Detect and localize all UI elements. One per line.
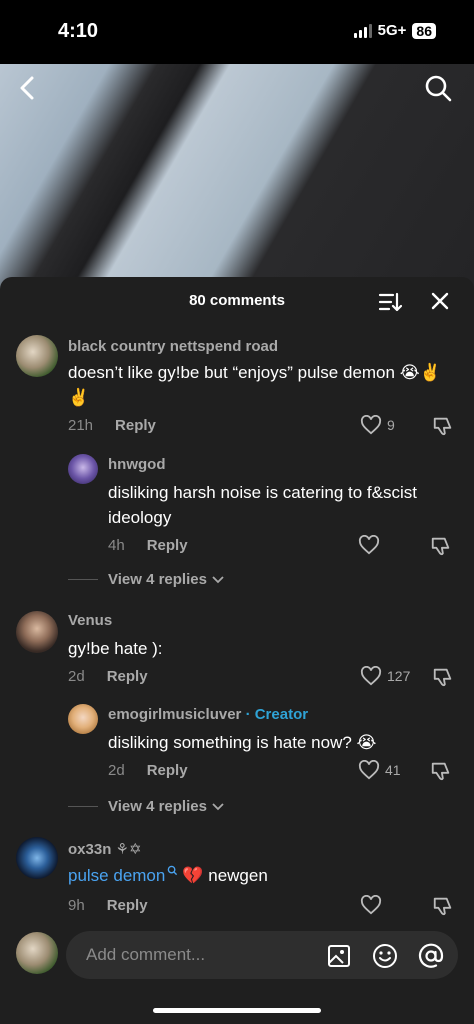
top-nav (0, 68, 474, 108)
dislike-icon[interactable] (432, 895, 454, 917)
sort-icon[interactable] (378, 291, 402, 313)
back-arrow-icon[interactable] (16, 74, 40, 102)
dislike-icon[interactable] (430, 760, 452, 782)
comment-text: disliking harsh noise is catering to f&s… (108, 483, 417, 527)
comment-meta: 4h Reply (108, 537, 188, 554)
heart-icon (360, 415, 382, 435)
comment-time: 9h (68, 897, 85, 914)
heart-icon (358, 760, 380, 780)
dislike-icon[interactable] (432, 415, 454, 437)
comment-input[interactable]: Add comment... (66, 931, 458, 979)
status-right: 5G+ 86 (353, 22, 436, 39)
view-replies-label: View 4 replies (108, 571, 207, 588)
avatar[interactable] (68, 454, 98, 484)
status-bar: 4:10 5G+ 86 (0, 0, 474, 64)
emoji-icon[interactable] (372, 943, 398, 969)
comment-meta: 2d Reply (68, 668, 148, 685)
song-link[interactable]: pulse demon (68, 866, 165, 885)
comment-input-placeholder: Add comment... (86, 945, 206, 964)
like-button[interactable] (360, 895, 382, 915)
comments-header: 80 comments (0, 277, 474, 325)
like-button[interactable]: 41 (358, 760, 401, 780)
my-avatar[interactable] (16, 932, 58, 974)
search-small-icon (168, 865, 178, 876)
like-button[interactable]: 127 (360, 666, 410, 686)
mention-icon[interactable] (418, 943, 444, 969)
dislike-icon[interactable] (430, 535, 452, 557)
chevron-down-icon (212, 575, 224, 583)
view-replies-button[interactable]: View 4 replies (68, 798, 225, 815)
reply-button[interactable]: Reply (147, 762, 188, 779)
comment-username[interactable]: ox33n ⚘✡ (68, 840, 142, 858)
battery-icon: 86 (412, 22, 436, 39)
avatar[interactable] (16, 611, 58, 653)
video-preview[interactable] (0, 64, 474, 294)
reply-button[interactable]: Reply (147, 537, 188, 554)
home-indicator[interactable] (153, 1008, 321, 1013)
comment-count: 80 comments (189, 292, 285, 309)
divider-line (68, 806, 98, 807)
comment-meta: 9h Reply (68, 897, 148, 914)
comment: ox33n ⚘✡ pulse demon 💔 newgen 9h Reply (0, 837, 474, 917)
avatar[interactable] (16, 335, 58, 377)
network-label: 5G+ (377, 22, 407, 39)
search-icon[interactable] (424, 74, 452, 102)
heart-icon (360, 666, 382, 686)
status-time: 4:10 (58, 20, 99, 42)
comment-meta: 21h Reply (68, 417, 156, 434)
comment-username[interactable]: hnwgod (108, 456, 165, 473)
like-button[interactable]: 9 (360, 415, 395, 435)
chevron-down-icon (212, 802, 224, 810)
comment-time: 2d (68, 668, 85, 685)
comment-text-rest: 💔 newgen (182, 866, 268, 885)
username-row: emogirlmusicluver · Creator (108, 706, 308, 723)
creator-badge: · Creator (245, 706, 309, 723)
comment-time: 2d (108, 762, 125, 779)
comment: black country nettspend road doesn’t lik… (0, 335, 474, 445)
like-button[interactable] (358, 535, 380, 555)
comment-username[interactable]: Venus (68, 612, 112, 629)
like-count: 41 (385, 762, 401, 778)
comment-time: 4h (108, 537, 125, 554)
comment-username[interactable]: emogirlmusicluver (108, 706, 241, 723)
dislike-icon[interactable] (432, 666, 454, 688)
comment-meta: 2d Reply (108, 762, 188, 779)
comment-text: disliking something is hate now? 😭 (108, 733, 377, 752)
comment-composer: Add comment... (0, 920, 474, 990)
reply-comment: emogirlmusicluver · Creator disliking so… (0, 704, 474, 784)
heart-icon (358, 535, 380, 555)
reply-button[interactable]: Reply (107, 668, 148, 685)
avatar[interactable] (68, 704, 98, 734)
comment-text: pulse demon 💔 newgen (68, 863, 448, 888)
reply-button[interactable]: Reply (107, 897, 148, 914)
comment-text: gy!be hate ): (68, 639, 163, 658)
image-icon[interactable] (326, 943, 352, 969)
heart-icon (360, 895, 382, 915)
divider-line (68, 579, 98, 580)
comment: Venus gy!be hate ): 2d Reply 127 (0, 611, 474, 691)
reply-comment: hnwgod disliking harsh noise is catering… (0, 454, 474, 557)
view-replies-button[interactable]: View 4 replies (68, 571, 225, 588)
reply-button[interactable]: Reply (115, 417, 156, 434)
comment-time: 21h (68, 417, 94, 434)
close-icon[interactable] (430, 291, 450, 311)
comment-username[interactable]: black country nettspend road (68, 338, 278, 355)
comments-sheet: 80 comments black country nettspend road… (0, 277, 474, 1024)
like-count: 127 (387, 668, 411, 684)
comment-text: doesn’t like gy!be but “enjoys” pulse de… (68, 363, 441, 407)
signal-icon (353, 23, 372, 38)
avatar[interactable] (16, 837, 58, 879)
view-replies-label: View 4 replies (108, 798, 207, 815)
like-count: 9 (387, 417, 395, 433)
